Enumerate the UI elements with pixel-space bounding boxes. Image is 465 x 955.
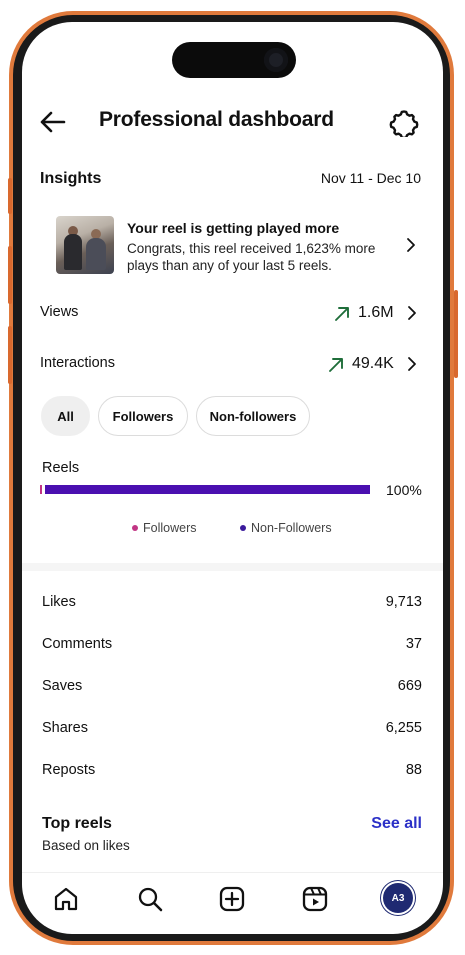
filter-chip-non-followers[interactable]: Non-followers <box>196 396 310 436</box>
section-divider <box>22 563 443 571</box>
reel-card-description: Congrats, this reel received 1,623% more… <box>127 241 376 273</box>
non-followers-segment <box>45 485 370 494</box>
chevron-right-icon <box>407 238 415 252</box>
legend-followers-label: Followers <box>143 521 197 535</box>
reel-thumbnail <box>56 216 114 274</box>
stat-value-likes: 9,713 <box>385 594 422 610</box>
search-icon[interactable] <box>136 885 164 913</box>
date-range[interactable]: Nov 11 - Dec 10 <box>321 170 421 186</box>
stat-value-saves: 669 <box>397 678 422 694</box>
followers-segment <box>40 485 42 494</box>
stat-value-reposts: 88 <box>405 762 422 778</box>
followers-dot <box>132 525 138 531</box>
stat-value-comments: 37 <box>405 636 422 652</box>
stat-label-comments: Comments <box>42 636 113 652</box>
bottom-nav-bar: A3 <box>22 872 443 923</box>
views-label: Views <box>40 304 79 320</box>
reels-chart-label: Reels <box>42 460 80 476</box>
legend-followers: Followers <box>132 521 197 535</box>
stat-label-likes: Likes <box>42 594 76 610</box>
trend-up-arrow-icon <box>329 358 343 372</box>
profile-avatar[interactable]: A3 <box>383 883 413 913</box>
legend-non-followers-label: Non-Followers <box>251 521 332 535</box>
insights-heading: Insights <box>40 170 102 187</box>
reel-card-title: Your reel is getting played more <box>127 220 340 236</box>
chevron-right-icon[interactable] <box>406 305 418 321</box>
stat-label-shares: Shares <box>42 720 88 736</box>
reels-icon[interactable] <box>301 885 329 913</box>
camera-icon <box>264 48 288 72</box>
back-arrow-icon[interactable] <box>38 108 68 136</box>
home-icon[interactable] <box>52 885 80 913</box>
legend-non-followers: Non-Followers <box>240 521 332 535</box>
reel-highlight-card[interactable]: Your reel is getting played more Congrat… <box>56 216 422 276</box>
power-button <box>454 290 458 378</box>
top-reels-heading: Top reels <box>42 815 112 832</box>
top-reels-subtitle: Based on likes <box>42 838 130 853</box>
volume-down-button <box>8 326 12 384</box>
stat-label-reposts: Reposts <box>42 762 96 778</box>
interactions-value[interactable]: 49.4K <box>352 355 394 373</box>
screen <box>22 22 443 934</box>
stat-value-shares: 6,255 <box>385 720 422 736</box>
filter-chip-followers[interactable]: Followers <box>98 396 188 436</box>
chevron-right-icon[interactable] <box>406 356 418 372</box>
trend-up-arrow-icon <box>335 307 349 321</box>
settings-gear-icon[interactable] <box>389 107 419 137</box>
interactions-label: Interactions <box>40 355 115 371</box>
stat-label-saves: Saves <box>42 678 83 694</box>
reels-audience-bar <box>40 485 370 494</box>
non-followers-dot <box>240 525 246 531</box>
create-post-icon[interactable] <box>218 885 246 913</box>
volume-up-button <box>8 246 12 304</box>
views-value[interactable]: 1.6M <box>358 304 394 322</box>
filter-chip-all[interactable]: All <box>41 396 90 436</box>
see-all-link[interactable]: See all <box>371 815 422 833</box>
page-title: Professional dashboard <box>99 108 334 131</box>
reels-percent: 100% <box>386 482 422 498</box>
action-button <box>8 178 12 214</box>
dynamic-island <box>172 42 296 78</box>
